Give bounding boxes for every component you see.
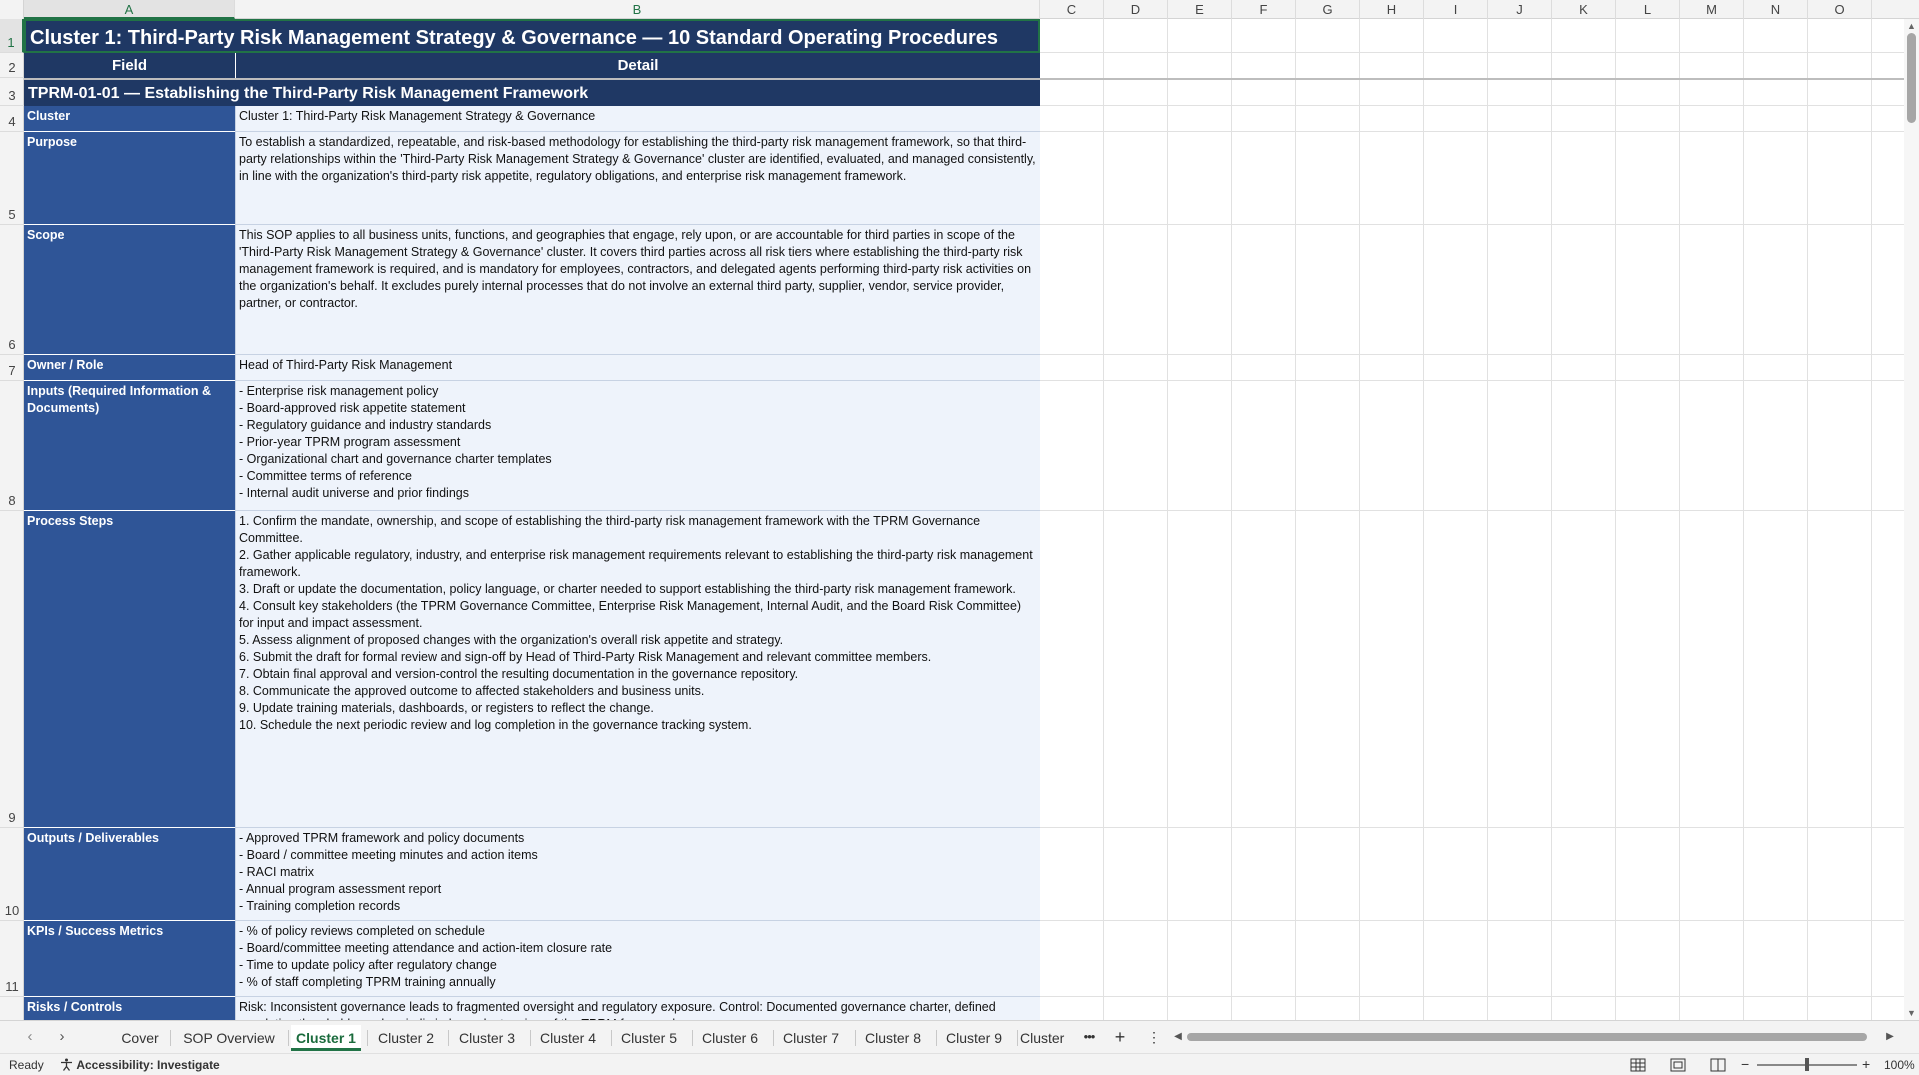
row-header-11[interactable]: 11: [0, 921, 24, 997]
column-header-f[interactable]: F: [1232, 0, 1296, 19]
select-all-corner[interactable]: [0, 0, 24, 19]
column-header-h[interactable]: H: [1360, 0, 1424, 19]
tab-cluster-7[interactable]: Cluster 7: [775, 1025, 847, 1051]
detail-cell-owner[interactable]: Head of Third-Party Risk Management: [235, 355, 1040, 381]
column-header-a[interactable]: A: [24, 0, 235, 19]
row-header-9[interactable]: 9: [0, 511, 24, 828]
status-ready: Ready: [9, 1058, 44, 1072]
tab-cluster-6[interactable]: Cluster 6: [694, 1025, 766, 1051]
column-header-j[interactable]: J: [1488, 0, 1552, 19]
field-cell-scope[interactable]: Scope: [24, 225, 235, 355]
zoom-out-icon[interactable]: −: [1741, 1056, 1749, 1072]
scroll-left-icon[interactable]: ◀: [1168, 1027, 1188, 1047]
sop-title-cell[interactable]: TPRM-01-01 — Establishing the Third-Part…: [24, 80, 1040, 106]
column-header-o[interactable]: O: [1808, 0, 1872, 19]
more-sheets-icon[interactable]: •••: [1079, 1027, 1099, 1047]
tab-cover[interactable]: Cover: [112, 1025, 168, 1051]
accessibility-label: Accessibility: Investigate: [76, 1058, 220, 1072]
scroll-right-icon[interactable]: ▶: [1880, 1027, 1900, 1047]
header-field-cell[interactable]: Field: [24, 53, 235, 78]
column-header-i[interactable]: I: [1424, 0, 1488, 19]
column-header-bar: A B C D E F G H I J K L M N O: [0, 0, 1919, 19]
detail-cell-outputs[interactable]: - Approved TPRM framework and policy doc…: [235, 828, 1040, 921]
tab-cluster-2[interactable]: Cluster 2: [370, 1025, 442, 1051]
cell-grid[interactable]: Cluster 1: Third-Party Risk Management S…: [24, 19, 1904, 1020]
column-header-e[interactable]: E: [1168, 0, 1232, 19]
detail-cell-cluster[interactable]: Cluster 1: Third-Party Risk Management S…: [235, 106, 1040, 132]
prev-sheet-icon[interactable]: ‹: [20, 1027, 40, 1047]
tab-sop-overview[interactable]: SOP Overview: [172, 1025, 286, 1051]
field-cell-owner[interactable]: Owner / Role: [24, 355, 235, 381]
vertical-scroll-thumb[interactable]: [1907, 33, 1916, 123]
tab-cluster-1[interactable]: Cluster 1: [291, 1025, 361, 1051]
column-header-n[interactable]: N: [1744, 0, 1808, 19]
row-header-5[interactable]: 5: [0, 132, 24, 225]
column-header-m[interactable]: M: [1680, 0, 1744, 19]
detail-cell-kpis[interactable]: - % of policy reviews completed on sched…: [235, 921, 1040, 997]
tab-cluster-9[interactable]: Cluster 9: [938, 1025, 1010, 1051]
column-header-d[interactable]: D: [1104, 0, 1168, 19]
column-header-c[interactable]: C: [1040, 0, 1104, 19]
detail-cell-purpose[interactable]: To establish a standardized, repeatable,…: [235, 132, 1040, 225]
zoom-slider-handle[interactable]: [1805, 1058, 1809, 1071]
sheet-tab-bar: ‹ › Cover SOP Overview Cluster 1 Cluster…: [0, 1020, 1919, 1053]
scroll-up-icon[interactable]: ▲: [1904, 19, 1919, 33]
normal-view-icon[interactable]: [1627, 1056, 1649, 1074]
tab-options-icon[interactable]: ⋮: [1144, 1027, 1164, 1047]
scroll-down-icon[interactable]: ▼: [1904, 1006, 1919, 1020]
column-header-b[interactable]: B: [235, 0, 1040, 19]
row-header-1[interactable]: 1: [0, 19, 24, 53]
spreadsheet-window: A B C D E F G H I J K L M N O 1 2 3 4 5 …: [0, 0, 1919, 1075]
tab-cluster-3[interactable]: Cluster 3: [451, 1025, 523, 1051]
column-header-k[interactable]: K: [1552, 0, 1616, 19]
field-cell-purpose[interactable]: Purpose: [24, 132, 235, 225]
header-detail-cell[interactable]: Detail: [235, 53, 1040, 78]
field-cell-cluster[interactable]: Cluster: [24, 106, 235, 132]
field-cell-kpis[interactable]: KPIs / Success Metrics: [24, 921, 235, 997]
detail-cell-scope[interactable]: This SOP applies to all business units, …: [235, 225, 1040, 355]
zoom-level[interactable]: 100%: [1884, 1058, 1915, 1072]
tab-cluster-4[interactable]: Cluster 4: [532, 1025, 604, 1051]
next-sheet-icon[interactable]: ›: [52, 1027, 72, 1047]
row-header-8[interactable]: 8: [0, 381, 24, 511]
page-layout-view-icon[interactable]: [1667, 1056, 1689, 1074]
zoom-in-icon[interactable]: +: [1862, 1056, 1870, 1072]
row-header-4[interactable]: 4: [0, 106, 24, 132]
row-header-6[interactable]: 6: [0, 225, 24, 355]
accessibility-icon: [61, 1058, 72, 1071]
status-bar: Ready Accessibility: Investigate − + 100…: [0, 1053, 1919, 1075]
row-header-bar: 1 2 3 4 5 6 7 8 9 10 11: [0, 19, 24, 1020]
field-cell-risks[interactable]: Risks / Controls: [24, 997, 235, 1020]
row-header-2[interactable]: 2: [0, 53, 24, 78]
row-header-10[interactable]: 10: [0, 828, 24, 921]
horizontal-scroll-thumb[interactable]: [1187, 1033, 1867, 1041]
field-cell-outputs[interactable]: Outputs / Deliverables: [24, 828, 235, 921]
detail-cell-process-steps[interactable]: 1. Confirm the mandate, ownership, and s…: [235, 511, 1040, 828]
detail-cell-risks[interactable]: Risk: Inconsistent governance leads to f…: [235, 997, 1040, 1020]
vertical-scrollbar[interactable]: ▲ ▼: [1904, 19, 1919, 1020]
horizontal-scrollbar[interactable]: [1187, 1031, 1887, 1043]
page-break-view-icon[interactable]: [1707, 1056, 1729, 1074]
row-header-3[interactable]: 3: [0, 78, 24, 106]
tab-cluster-truncated[interactable]: Cluster: [1020, 1025, 1070, 1051]
add-sheet-icon[interactable]: +: [1110, 1027, 1130, 1047]
detail-cell-inputs[interactable]: - Enterprise risk management policy - Bo…: [235, 381, 1040, 511]
tab-cluster-8[interactable]: Cluster 8: [857, 1025, 929, 1051]
row-header-7[interactable]: 7: [0, 355, 24, 381]
column-header-l[interactable]: L: [1616, 0, 1680, 19]
field-cell-process-steps[interactable]: Process Steps: [24, 511, 235, 828]
column-header-g[interactable]: G: [1296, 0, 1360, 19]
sheet-title-cell[interactable]: Cluster 1: Third-Party Risk Management S…: [24, 19, 1040, 53]
accessibility-status[interactable]: Accessibility: Investigate: [60, 1058, 220, 1072]
tab-cluster-5[interactable]: Cluster 5: [613, 1025, 685, 1051]
field-cell-inputs[interactable]: Inputs (Required Information & Documents…: [24, 381, 235, 511]
